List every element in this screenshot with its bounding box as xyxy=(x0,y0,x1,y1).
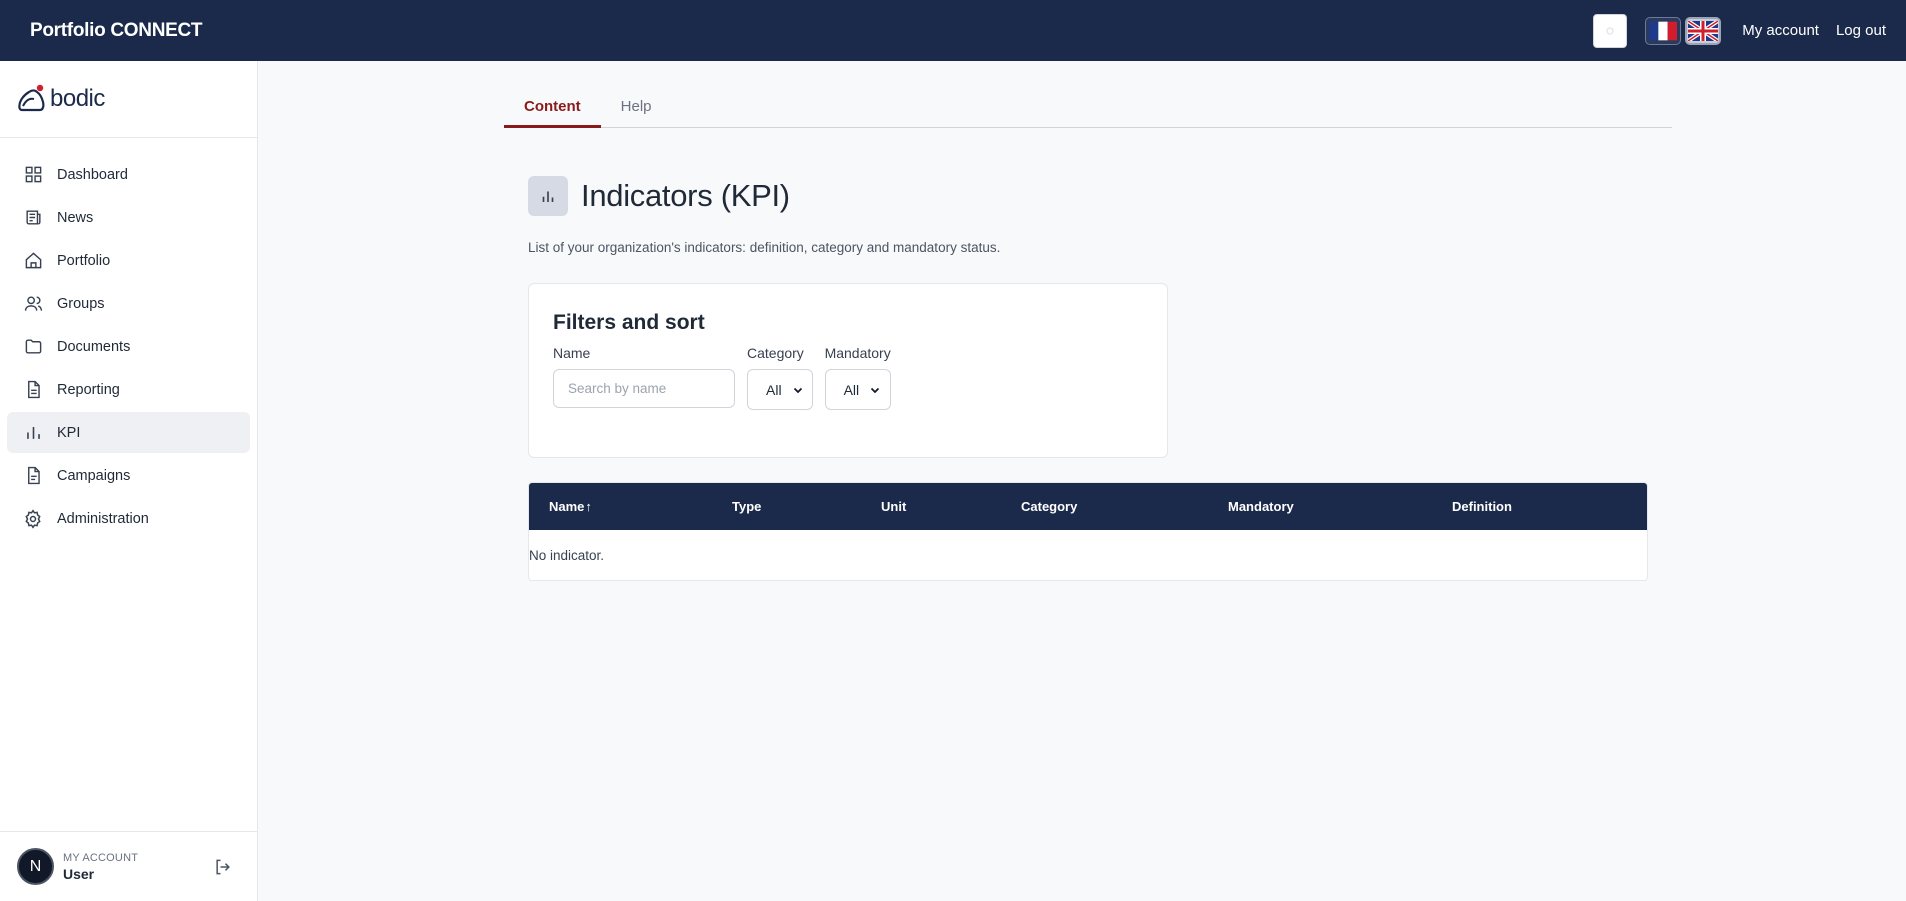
users-icon xyxy=(23,294,43,314)
dashboard-grid-icon xyxy=(23,165,43,185)
sidebar-item-kpi[interactable]: KPI xyxy=(7,412,250,453)
column-header-unit[interactable]: Unit xyxy=(881,499,906,514)
filter-row: Name Category All Mandatory All xyxy=(553,345,1143,410)
page-title: Indicators (KPI) xyxy=(581,178,790,213)
newspaper-icon xyxy=(23,208,43,228)
mandatory-select-value: All xyxy=(843,381,860,398)
column-header-label: Name xyxy=(549,499,585,514)
sidebar-item-label: News xyxy=(57,209,94,226)
column-header-category[interactable]: Category xyxy=(1021,499,1077,514)
top-bar-actions: My account Log out xyxy=(1593,0,1886,61)
name-filter-label: Name xyxy=(553,345,591,361)
chevron-down-icon xyxy=(869,384,881,396)
sidebar-item-dashboard[interactable]: Dashboard xyxy=(7,154,250,195)
filters-title: Filters and sort xyxy=(553,311,705,334)
uk-flag-icon xyxy=(1688,20,1719,41)
sidebar-item-news[interactable]: News xyxy=(7,197,250,238)
sidebar-item-label: Portfolio xyxy=(57,252,111,269)
log-out-link[interactable]: Log out xyxy=(1836,22,1886,39)
category-select[interactable]: All xyxy=(747,369,813,410)
logout-icon[interactable] xyxy=(213,857,233,882)
avatar[interactable]: N xyxy=(17,848,54,885)
sidebar-item-label: Campaigns xyxy=(57,467,131,484)
file-icon xyxy=(23,466,43,486)
sidebar-item-administration[interactable]: Administration xyxy=(7,498,250,539)
filters-panel: Filters and sort Name Category All Manda… xyxy=(528,283,1168,458)
mandatory-filter: Mandatory All xyxy=(824,345,891,410)
language-en-button[interactable] xyxy=(1685,16,1722,45)
sidebar-item-documents[interactable]: Documents xyxy=(7,326,250,367)
account-name: User xyxy=(63,865,95,882)
sidebar-item-label: Groups xyxy=(57,295,105,312)
brand-name: bodic xyxy=(50,85,105,112)
brand-logo[interactable]: bodic xyxy=(0,61,257,138)
account-info: MY ACCOUNT User xyxy=(63,852,138,882)
column-header-definition[interactable]: Definition xyxy=(1452,499,1512,514)
sort-ascending-icon: ↑ xyxy=(585,499,592,514)
theme-toggle-button[interactable] xyxy=(1593,13,1628,48)
my-account-link[interactable]: My account xyxy=(1742,22,1819,39)
content-tabs: Content Help xyxy=(504,84,1672,128)
sidebar-item-reporting[interactable]: Reporting xyxy=(7,369,250,410)
page-description: List of your organization's indicators: … xyxy=(528,240,1001,255)
table-empty-row: No indicator. xyxy=(529,530,1647,580)
sidebar-item-label: Reporting xyxy=(57,381,120,398)
sidebar-item-portfolio[interactable]: Portfolio xyxy=(7,240,250,281)
column-header-mandatory[interactable]: Mandatory xyxy=(1228,499,1294,514)
home-icon xyxy=(23,251,43,271)
indicators-table: Name ↑ Type Unit Category Mandatory Defi… xyxy=(528,482,1648,581)
column-header-type[interactable]: Type xyxy=(732,499,761,514)
sun-icon xyxy=(1606,26,1614,35)
bar-chart-icon xyxy=(23,423,43,443)
sidebar-item-label: Dashboard xyxy=(57,166,128,183)
page-header: Indicators (KPI) xyxy=(528,176,790,216)
tab-content[interactable]: Content xyxy=(504,84,601,128)
top-bar: Portfolio CONNECT My account Log out xyxy=(0,0,1906,61)
chevron-down-icon xyxy=(792,384,804,396)
column-header-name[interactable]: Name ↑ xyxy=(549,499,592,514)
name-search-input[interactable] xyxy=(553,369,735,408)
category-filter-label: Category xyxy=(747,345,804,361)
sidebar-item-label: KPI xyxy=(57,424,81,441)
file-text-icon xyxy=(23,380,43,400)
account-caption: MY ACCOUNT xyxy=(63,851,139,864)
folder-icon xyxy=(23,337,43,357)
language-fr-button[interactable] xyxy=(1645,16,1682,45)
gear-icon xyxy=(23,508,43,529)
tab-help[interactable]: Help xyxy=(601,84,672,128)
sidebar: bodic Dashboard News Portfolio Groups Do… xyxy=(0,61,258,901)
mandatory-filter-label: Mandatory xyxy=(824,345,891,361)
category-select-value: All xyxy=(766,381,782,398)
table-header: Name ↑ Type Unit Category Mandatory Defi… xyxy=(529,483,1647,530)
category-filter: Category All xyxy=(747,345,813,410)
sidebar-item-campaigns[interactable]: Campaigns xyxy=(7,455,250,496)
account-panel[interactable]: N MY ACCOUNT User xyxy=(0,831,257,901)
empty-message: No indicator. xyxy=(529,547,605,563)
bodic-logo-icon xyxy=(18,84,45,112)
sidebar-nav: Dashboard News Portfolio Groups Document… xyxy=(0,138,257,539)
name-filter: Name xyxy=(553,345,735,410)
sidebar-item-label: Documents xyxy=(57,338,131,355)
sidebar-item-label: Administration xyxy=(57,510,149,527)
sidebar-item-groups[interactable]: Groups xyxy=(7,283,250,324)
app-title[interactable]: Portfolio CONNECT xyxy=(30,20,203,42)
french-flag-icon xyxy=(1649,21,1678,40)
mandatory-select[interactable]: All xyxy=(824,369,891,410)
bar-chart-icon xyxy=(528,176,568,216)
